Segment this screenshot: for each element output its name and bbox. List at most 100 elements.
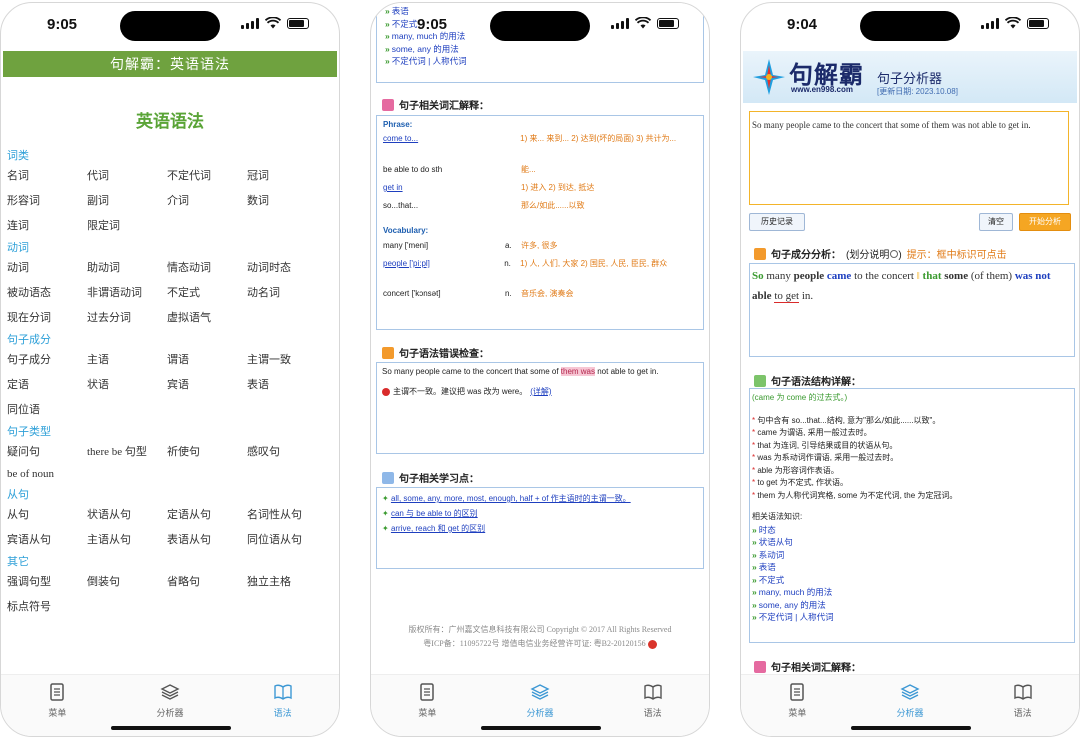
grammar-link[interactable]: 表语 [247,376,327,392]
grammar-link[interactable]: 强调句型 [7,573,87,589]
grammar-link[interactable]: 不定式 [167,284,247,300]
vocab-link[interactable]: people ['pi:pl] [383,258,504,288]
grammar-link[interactable]: 名词性从句 [247,506,327,522]
grammar-link[interactable]: 数词 [247,192,327,208]
grammar-link[interactable]: 状语 [87,376,167,392]
history-button[interactable]: 历史记录 [749,213,805,231]
grammar-link[interactable]: 非谓语动词 [87,284,167,300]
learning-point[interactable]: ✦ can 与 be able to 的区别 [382,506,698,521]
grammar-link[interactable]: » 不定式 [752,574,1072,587]
section-heading: 句子相关学习点： [382,470,479,485]
grammar-link[interactable]: 代词 [87,167,167,183]
grammar-link[interactable]: » some, any 的用法 [752,599,1072,612]
grammar-link[interactable]: 情态动词 [167,259,247,275]
grammar-link[interactable]: 同位语从句 [247,531,327,547]
grammar-link[interactable]: » 系动词 [752,549,1072,562]
grammar-link[interactable]: 标点符号 [7,598,87,614]
word-chip[interactable]: So [752,270,764,282]
word-chip[interactable]: not [1035,270,1050,282]
grammar-link[interactable]: 独立主格 [247,573,327,589]
grammar-link[interactable]: 虚拟语气 [167,309,247,325]
word-chip[interactable]: some [944,270,968,282]
status-bar: 9:05 [1,3,339,49]
grammar-link[interactable]: 主谓一致 [247,351,327,367]
word-chip[interactable]: came [827,270,851,282]
grammar-link[interactable]: be of noun [7,468,87,480]
word-chip[interactable]: that [923,270,942,282]
grammar-link[interactable]: 状语从句 [87,506,167,522]
phrase-link[interactable]: get in [383,182,521,200]
battery-icon [287,17,309,29]
grammar-link[interactable]: there be 句型 [87,443,167,459]
learning-point[interactable]: ✦ arrive, reach 和 get 的区别 [382,521,698,536]
word-chip[interactable]: was [1015,270,1033,282]
grammar-link[interactable]: 主语 [87,351,167,367]
tab-grammar[interactable]: 语法 [226,675,339,736]
document-icon [50,683,65,701]
status-bar: 9:04 [741,3,1079,49]
grammar-link[interactable]: 连词 [7,217,87,233]
grammar-link[interactable]: 副词 [87,192,167,208]
grammar-link[interactable]: 宾语从句 [7,531,87,547]
word-chip[interactable]: people [794,270,825,282]
grammar-link[interactable]: 冠词 [247,167,327,183]
word-chip[interactable]: to get [774,290,800,303]
wifi-icon [1005,17,1021,29]
grammar-link[interactable]: 名词 [7,167,87,183]
tab-menu[interactable]: 菜单 [1,675,114,736]
grammar-link[interactable]: 祈使句 [167,443,247,459]
grammar-link[interactable]: 动词 [7,259,87,275]
stack-icon [530,684,550,700]
grammar-link[interactable]: 同位语 [7,401,87,417]
grammar-link[interactable]: 省略句 [167,573,247,589]
grammar-link[interactable]: 现在分词 [7,309,87,325]
grammar-link[interactable]: 句子成分 [7,351,87,367]
grammar-link[interactable]: 疑问句 [7,443,87,459]
document-icon [790,683,805,701]
grammar-link[interactable]: » 不定代词 | 人称代词 [752,611,1072,624]
tab-menu[interactable]: 菜单 [741,675,854,736]
grammar-link[interactable]: 不定代词 [167,167,247,183]
grammar-link[interactable]: 形容词 [7,192,87,208]
grammar-link[interactable]: 动词时态 [247,259,327,275]
grammar-link[interactable]: 表语从句 [167,531,247,547]
learning-point[interactable]: ✦ all, some, any, more, most, enough, ha… [382,491,698,506]
sentence-input[interactable]: So many people came to the concert that … [749,111,1069,205]
division-note-link[interactable]: (划分说明) [846,246,902,261]
grammar-link[interactable]: » many, much 的用法 [752,586,1072,599]
tab-menu[interactable]: 菜单 [371,675,484,736]
vocab-icon [754,660,766,673]
grammar-link[interactable]: » 不定代词 | 人称代词 [385,55,695,68]
grammar-link[interactable]: 定语从句 [167,506,247,522]
grammar-link[interactable]: » 时态 [752,524,1072,537]
grammar-link[interactable]: 被动语态 [7,284,87,300]
detail-link[interactable]: (详解) [530,386,551,398]
structure-box: (came 为 come 的过去式。) * 句中含有 so...that...结… [749,388,1075,643]
grammar-link[interactable]: 主语从句 [87,531,167,547]
analysis-icon [754,247,766,260]
grammar-link[interactable]: 动名词 [247,284,327,300]
section-heading: 句子相关词汇解释： [754,659,861,674]
grammar-link[interactable]: 宾语 [167,376,247,392]
grammar-link[interactable]: 倒装句 [87,573,167,589]
grammar-link[interactable]: 介词 [167,192,247,208]
word-chip[interactable]: able [752,290,772,302]
grammar-link[interactable]: 助动词 [87,259,167,275]
grammar-link[interactable]: 感叹句 [247,443,327,459]
grammar-link[interactable]: 从句 [7,506,87,522]
phrase-link[interactable]: come to... [383,133,520,164]
grammar-link[interactable]: 定语 [7,376,87,392]
app-header: 句解霸：英语语法 [3,51,337,77]
status-time: 9:04 [787,16,818,33]
tab-grammar[interactable]: 语法 [596,675,709,736]
grammar-link[interactable]: 谓语 [167,351,247,367]
footer: 版权所有：广州嘉文信息科技有限公司 Copyright © 2017 All R… [408,625,672,649]
grammar-link[interactable]: 过去分词 [87,309,167,325]
tab-grammar[interactable]: 语法 [966,675,1079,736]
grammar-link[interactable]: 限定词 [87,217,167,233]
clear-button[interactable]: 清空 [979,213,1013,231]
grammar-link[interactable]: » 状语从句 [752,536,1072,549]
grammar-link[interactable]: » 表语 [752,561,1072,574]
analyze-button[interactable]: 开始分析 [1019,213,1071,231]
vocab-row: many ['meni] a. 许多, 很多 [383,241,558,250]
